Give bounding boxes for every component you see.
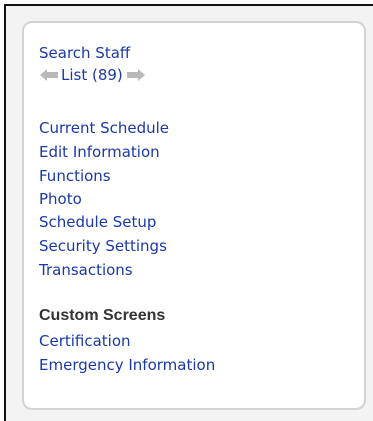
current-schedule-link[interactable]: Current Schedule [39, 119, 169, 138]
edit-information-link[interactable]: Edit Information [39, 143, 160, 162]
certification-link[interactable]: Certification [39, 332, 131, 351]
photo-link[interactable]: Photo [39, 190, 82, 209]
custom-screens-heading: Custom Screens [39, 307, 166, 324]
schedule-setup-link[interactable]: Schedule Setup [39, 213, 156, 232]
list-link[interactable]: List (89) [61, 66, 123, 85]
arrow-right-icon[interactable] [126, 68, 146, 82]
arrow-left-icon[interactable] [39, 68, 59, 82]
security-settings-link[interactable]: Security Settings [39, 237, 167, 256]
transactions-link[interactable]: Transactions [39, 261, 133, 280]
functions-link[interactable]: Functions [39, 167, 111, 186]
emergency-information-link[interactable]: Emergency Information [39, 356, 215, 375]
list-navigation: List (89) [39, 65, 146, 85]
search-staff-link[interactable]: Search Staff [39, 44, 130, 63]
